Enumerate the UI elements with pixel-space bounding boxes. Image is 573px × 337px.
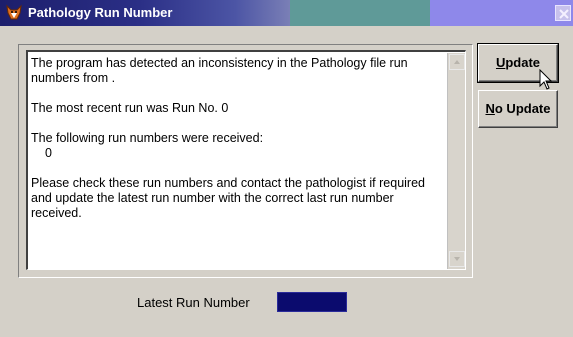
latest-run-number-field[interactable] <box>277 292 347 312</box>
message-line-most-recent: The most recent run was Run No. 0 <box>31 101 229 115</box>
update-label-rest: pdate <box>505 55 541 70</box>
window-title: Pathology Run Number <box>28 5 173 20</box>
title-bar-lavender-segment <box>430 0 573 26</box>
close-icon[interactable] <box>555 5 571 21</box>
app-animal-icon <box>5 4 23 22</box>
latest-run-number-label: Latest Run Number <box>137 295 250 310</box>
message-line-instructions: Please check these run numbers and conta… <box>31 176 425 220</box>
message-textbox[interactable]: The program has detected an inconsistenc… <box>26 50 466 270</box>
pathology-run-number-dialog: Pathology Run Number The program has det… <box>0 0 573 337</box>
mouse-pointer-icon <box>539 68 553 96</box>
title-bar-teal-segment <box>290 0 430 26</box>
message-line-received-header: The following run numbers were received: <box>31 131 264 145</box>
update-mnemonic: U <box>495 55 506 70</box>
message-line-inconsistency: The program has detected an inconsistenc… <box>31 56 408 85</box>
received-run-number: 0 <box>45 146 52 160</box>
scroll-down-arrow-icon[interactable] <box>449 251 465 267</box>
no-update-mnemonic: N <box>485 101 495 116</box>
scroll-up-arrow-icon[interactable] <box>449 54 465 70</box>
message-scrollbar[interactable] <box>447 53 465 269</box>
no-update-label-rest: o Update <box>494 101 551 116</box>
message-text: The program has detected an inconsistenc… <box>31 56 446 221</box>
title-bar[interactable]: Pathology Run Number <box>0 0 573 26</box>
